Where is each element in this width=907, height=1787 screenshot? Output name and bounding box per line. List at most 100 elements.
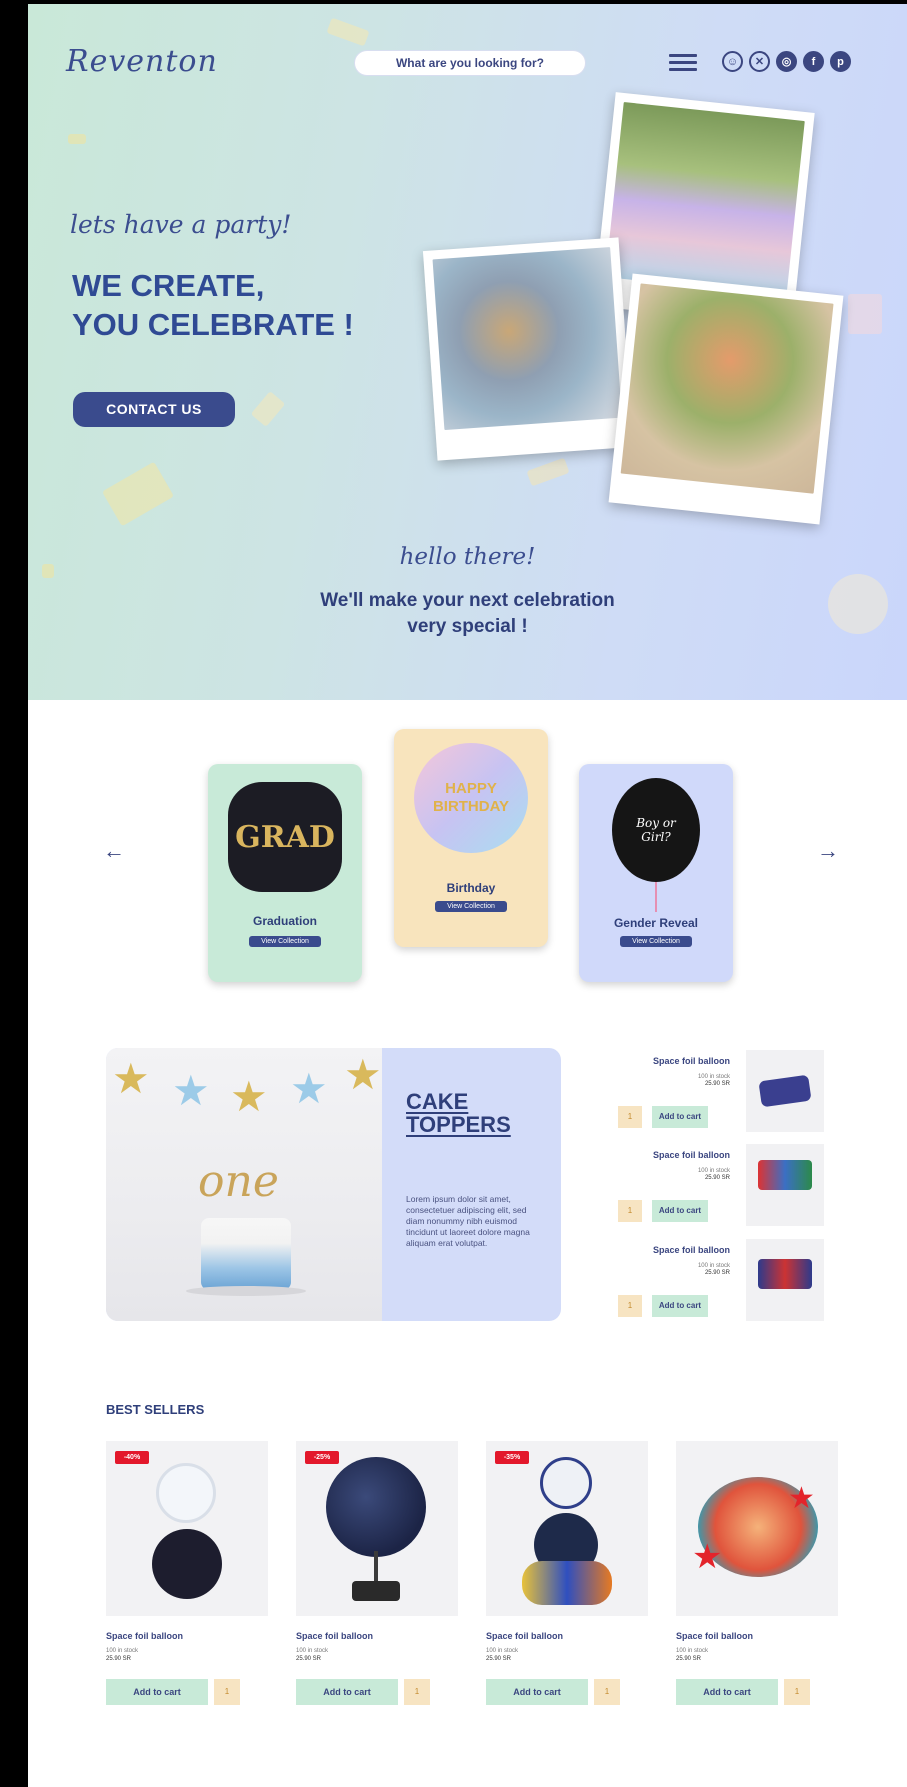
hero-tagline: lets have a party! [70, 210, 292, 239]
close-circle-icon[interactable]: ✕ [749, 51, 770, 72]
add-to-cart-button[interactable]: Add to cart [652, 1200, 708, 1222]
add-to-cart-button[interactable]: Add to cart [676, 1679, 778, 1705]
view-collection-button[interactable]: View Collection [620, 936, 692, 947]
cake-toppers-title-line2: TOPPERS [406, 1112, 511, 1137]
facebook-icon[interactable]: f [803, 51, 824, 72]
category-card-birthday[interactable]: HAPPY BIRTHDAY Birthday View Collection [394, 729, 548, 947]
product-name[interactable]: Space foil balloon [653, 1245, 730, 1255]
logo[interactable]: Reventon [66, 44, 218, 79]
hero-subtitle-line1: We'll make your next celebration [320, 590, 615, 611]
star-garland-icon: ★ [172, 1067, 210, 1114]
birthday-balloon: HAPPY BIRTHDAY [414, 743, 528, 853]
mini-product-card: Space foil balloon 100 in stock 25.90 SR… [618, 1239, 824, 1321]
balloon-string [655, 882, 657, 912]
product-card: ★ ★ Space foil balloon 100 in stock 25.9… [676, 1441, 838, 1731]
product-name[interactable]: Space foil balloon [653, 1056, 730, 1066]
product-name[interactable]: Space foil balloon [486, 1631, 563, 1641]
confetti [102, 461, 174, 527]
product-card: -25% Space foil balloon 100 in stock 25.… [296, 1441, 458, 1731]
balloon-cluster [326, 1457, 426, 1557]
quantity-stepper[interactable]: 1 [618, 1106, 642, 1128]
quantity-stepper[interactable]: 1 [618, 1295, 642, 1317]
category-card-graduation[interactable]: GRAD Graduation View Collection [208, 764, 362, 982]
product-stock: 100 in stock [697, 1074, 730, 1080]
astronaut-balloon [540, 1457, 592, 1509]
mini-product-card: Space foil balloon 100 in stock 25.90 SR… [618, 1050, 824, 1132]
quantity-stepper[interactable]: 1 [784, 1679, 810, 1705]
topper-shape [758, 1074, 812, 1108]
search-input[interactable]: What are you looking for? [354, 50, 586, 76]
graduation-balloon: GRAD [228, 782, 342, 892]
cake-topper-image: ★ ★ ★ ★ ★ one [106, 1048, 382, 1321]
product-name[interactable]: Space foil balloon [653, 1150, 730, 1160]
product-thumbnail[interactable] [746, 1239, 824, 1321]
confetti [526, 457, 570, 487]
product-price: 25.90 SR [704, 1081, 730, 1087]
quantity-stepper[interactable]: 1 [214, 1679, 240, 1705]
star-balloon-icon: ★ [692, 1538, 723, 1576]
product-stock: 100 in stock [676, 1648, 709, 1654]
product-stock: 100 in stock [697, 1263, 730, 1269]
page: Reventon What are you looking for? ☺ ✕ ◎… [28, 4, 907, 1787]
category-label: Graduation [252, 914, 317, 928]
user-icon[interactable]: ☺ [722, 51, 743, 72]
hero-subtitle: We'll make your next celebration very sp… [28, 588, 907, 640]
add-to-cart-button[interactable]: Add to cart [296, 1679, 398, 1705]
hello-script: hello there! [399, 544, 536, 570]
star-garland-icon: ★ [230, 1073, 268, 1120]
discount-badge: -35% [495, 1451, 529, 1464]
product-image[interactable]: -35% [486, 1441, 648, 1616]
product-price: 25.90 SR [296, 1656, 322, 1662]
product-name[interactable]: Space foil balloon [106, 1631, 183, 1641]
carousel-next-icon[interactable]: → [817, 838, 839, 864]
party-photo-image [432, 247, 623, 431]
category-card-gender-reveal[interactable]: Boy or Girl? Gender Reveal View Collecti… [579, 764, 733, 982]
instagram-icon[interactable]: ◎ [776, 51, 797, 72]
cake-illustration [201, 1218, 291, 1290]
hamburger-menu-icon[interactable] [669, 54, 697, 72]
product-name[interactable]: Space foil balloon [676, 1631, 753, 1641]
product-image[interactable]: -25% [296, 1441, 458, 1616]
view-collection-button[interactable]: View Collection [249, 936, 321, 947]
confetti [250, 391, 286, 427]
category-label: Birthday [446, 881, 496, 895]
contact-us-button[interactable]: CONTACT US [73, 392, 235, 427]
party-photo [608, 273, 844, 525]
product-image[interactable]: ★ ★ [676, 1441, 838, 1616]
product-stock: 100 in stock [486, 1648, 519, 1654]
party-photo [422, 237, 634, 461]
balloon-bundle [522, 1561, 612, 1605]
add-to-cart-button[interactable]: Add to cart [486, 1679, 588, 1705]
product-thumbnail[interactable] [746, 1050, 824, 1132]
hero-subtitle-line2: very special ! [407, 616, 528, 637]
product-name[interactable]: Space foil balloon [296, 1631, 373, 1641]
product-thumbnail[interactable] [746, 1144, 824, 1226]
carousel-prev-icon[interactable]: ← [103, 838, 125, 864]
quantity-stepper[interactable]: 1 [594, 1679, 620, 1705]
product-stock: 100 in stock [106, 1648, 139, 1654]
confetti [68, 134, 86, 144]
cake-topper-text: one [198, 1156, 279, 1207]
gender-reveal-balloon: Boy or Girl? [612, 778, 700, 882]
gender-reveal-balloon-text: Boy or Girl? [636, 816, 676, 844]
quantity-stepper[interactable]: 1 [618, 1200, 642, 1222]
cake-toppers-description: Lorem ipsum dolor sit amet, consectetuer… [406, 1194, 530, 1248]
view-collection-button[interactable]: View Collection [435, 901, 507, 912]
topper-shape [758, 1259, 812, 1289]
add-to-cart-button[interactable]: Add to cart [652, 1106, 708, 1128]
product-price: 25.90 SR [486, 1656, 512, 1662]
social-icons: ☺ ✕ ◎ f p [722, 51, 851, 72]
product-image[interactable]: -40% [106, 1441, 268, 1616]
add-to-cart-button[interactable]: Add to cart [652, 1295, 708, 1317]
star-balloon-icon: ★ [788, 1482, 815, 1515]
pinterest-icon[interactable]: p [830, 51, 851, 72]
product-price: 25.90 SR [106, 1656, 132, 1662]
category-label: Gender Reveal [613, 916, 699, 930]
add-to-cart-button[interactable]: Add to cart [106, 1679, 208, 1705]
star-garland-icon: ★ [344, 1051, 382, 1098]
product-card: -40% Space foil balloon 100 in stock 25.… [106, 1441, 268, 1731]
quantity-stepper[interactable]: 1 [404, 1679, 430, 1705]
cake-toppers-banner[interactable]: ★ ★ ★ ★ ★ one CAKE TOPPERS Lorem ipsum d… [106, 1048, 561, 1321]
discount-badge: -25% [305, 1451, 339, 1464]
topper-shape [758, 1160, 812, 1190]
